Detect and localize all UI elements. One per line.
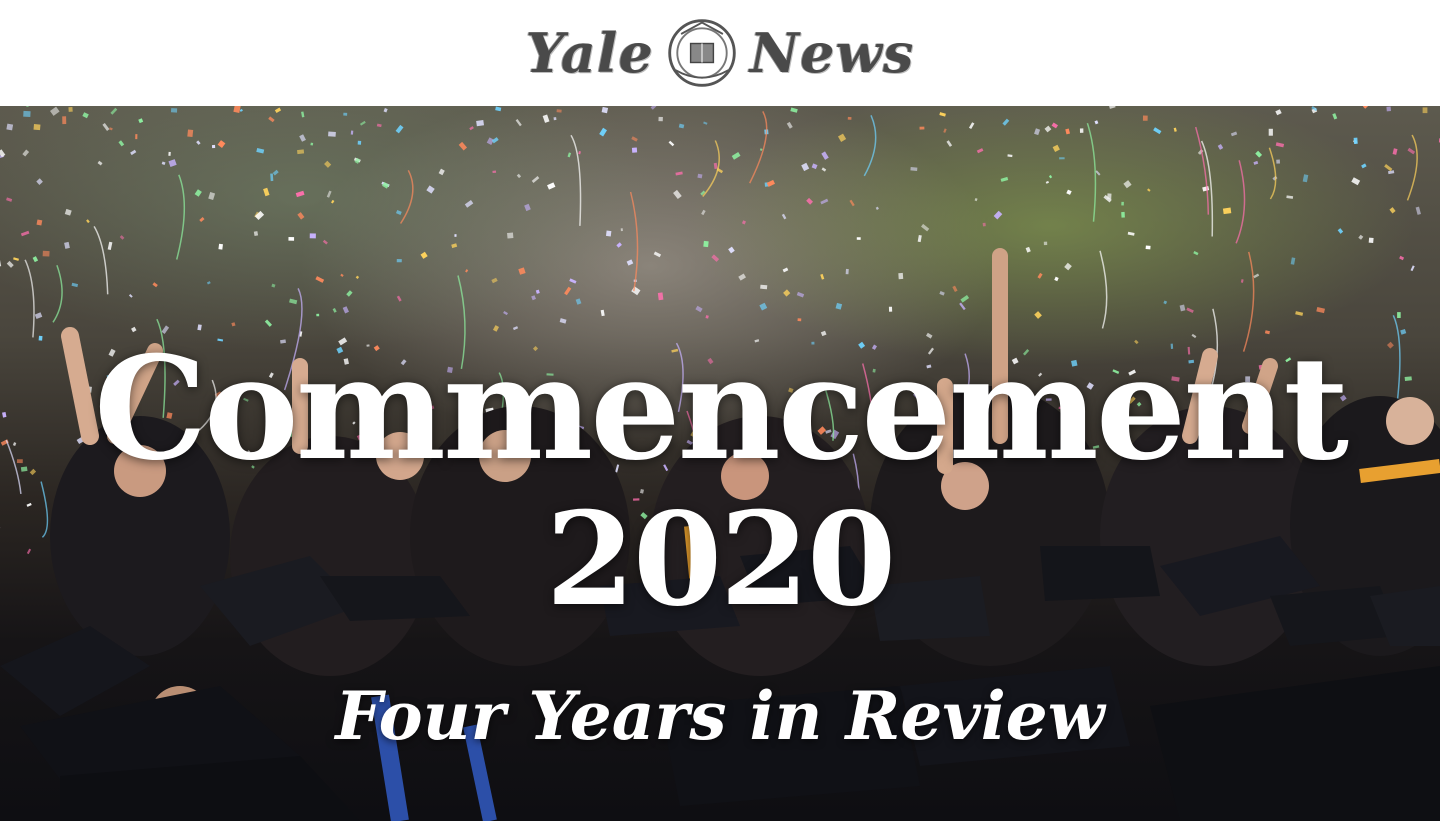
logo-word-news: News [749, 21, 915, 85]
hero-text-overlay: Commencement 2020 Four Years in Review [0, 106, 1440, 821]
hero-title-line-2: 2020 [545, 484, 896, 635]
page: Yale News Commencement 2020 Four Years i… [0, 0, 1440, 821]
logo-word-yale: Yale [525, 21, 654, 85]
hero-subtitle: Four Years in Review [335, 676, 1105, 755]
hero-title-line-1: Commencement [93, 326, 1349, 493]
yale-daily-news-logo[interactable]: Yale News [526, 10, 915, 96]
masthead: Yale News [0, 0, 1440, 106]
yale-seal-icon [668, 19, 736, 87]
hero-banner: Commencement 2020 Four Years in Review [0, 106, 1440, 821]
